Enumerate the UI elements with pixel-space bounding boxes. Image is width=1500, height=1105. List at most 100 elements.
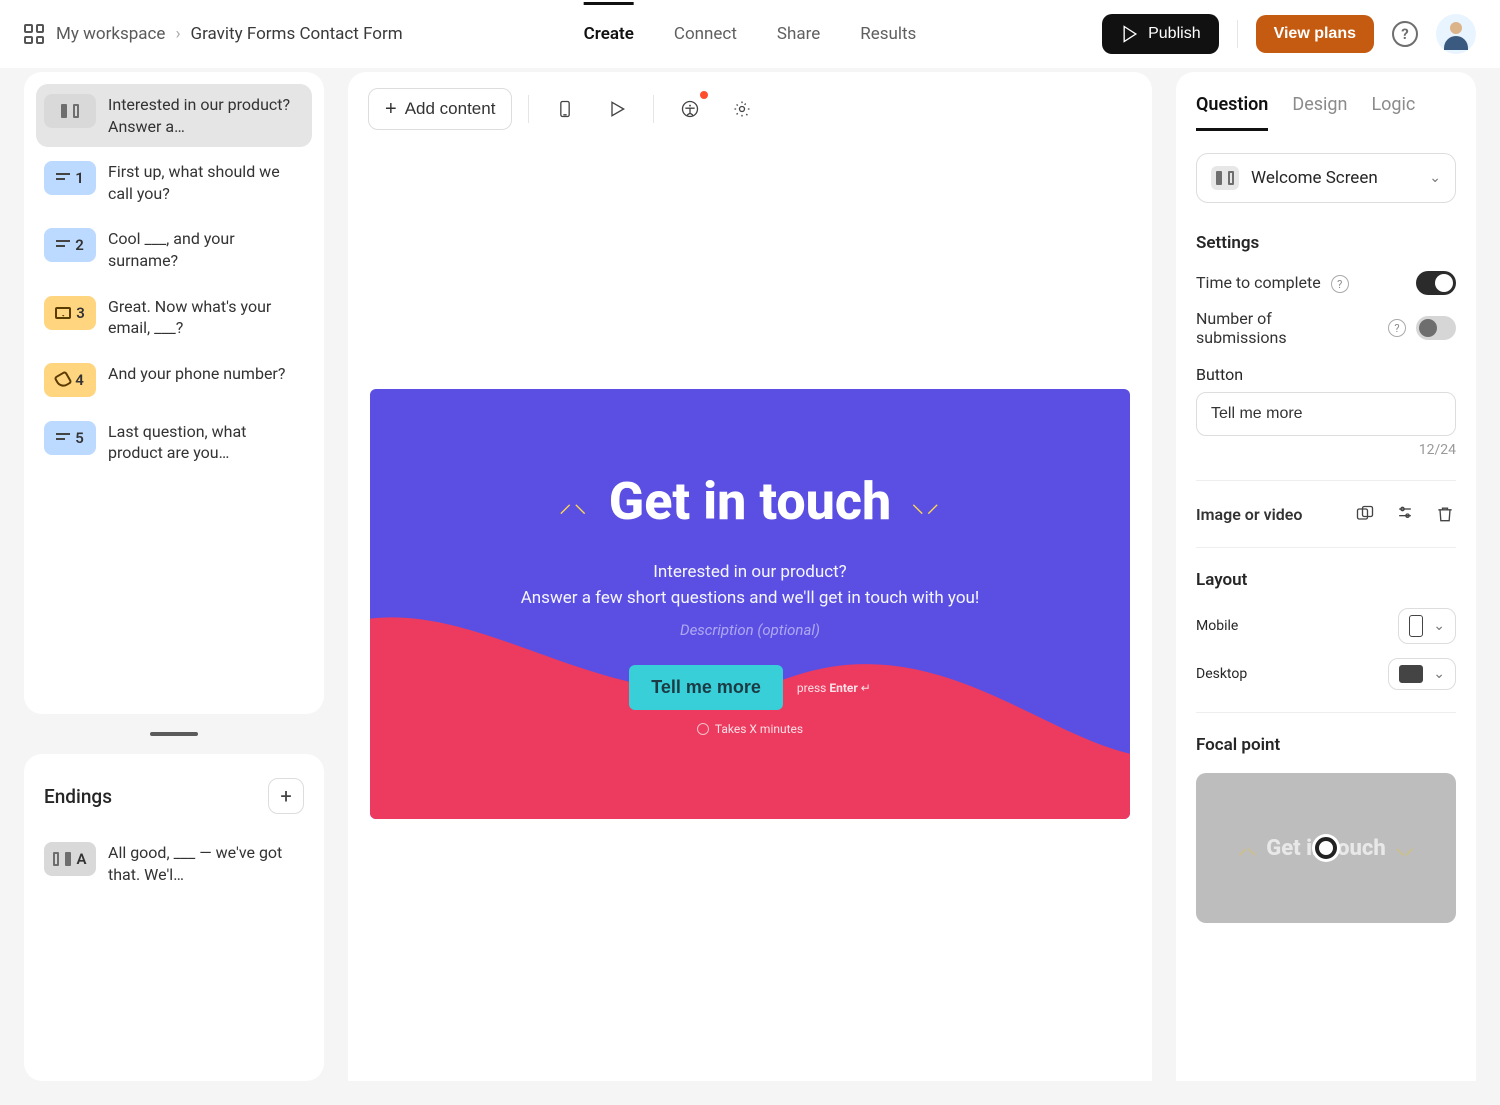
workspace-name[interactable]: My workspace [56, 24, 165, 44]
setting-submissions-label: Number of submissions [1196, 309, 1287, 347]
preview-subtitle[interactable]: Interested in our product? Answer a few … [521, 560, 980, 611]
help-icon[interactable]: ? [1388, 319, 1406, 337]
screen-type-label: Welcome Screen [1251, 168, 1417, 188]
tab-design[interactable]: Design [1292, 94, 1347, 131]
ending-title: All good, ___ — we've got that. We'l… [108, 842, 304, 885]
question-number: 1 [75, 169, 84, 187]
ending-icon [53, 852, 71, 866]
question-item[interactable]: 1First up, what should we call you? [36, 151, 312, 214]
toggle-time-to-complete[interactable] [1416, 271, 1456, 295]
question-number: 2 [75, 236, 84, 254]
mail-icon [55, 307, 71, 319]
replace-media-icon[interactable] [1354, 503, 1376, 525]
view-plans-button[interactable]: View plans [1256, 15, 1374, 53]
preview-description-placeholder[interactable]: Description (optional) [680, 621, 820, 639]
preview-cta-button[interactable]: Tell me more [629, 665, 783, 710]
button-field-label: Button [1196, 365, 1456, 384]
layout-desktop-picker[interactable]: ⌄ [1388, 658, 1456, 690]
question-item[interactable]: 3Great. Now what's your email, ___? [36, 286, 312, 349]
form-title[interactable]: Gravity Forms Contact Form [191, 24, 403, 44]
welcome-icon [61, 104, 79, 118]
question-type-badge: 2 [44, 228, 96, 262]
help-icon[interactable]: ? [1331, 275, 1349, 293]
ending-item[interactable]: A All good, ___ — we've got that. We'l… [36, 832, 312, 895]
chevron-down-icon: ⌄ [1433, 666, 1445, 682]
welcome-screen-preview: ⸝⸜ Get in touch ⸜⸝ Interested in our pro… [370, 389, 1130, 819]
short-text-icon [56, 173, 70, 183]
short-text-icon [56, 240, 70, 250]
breadcrumb: My workspace › Gravity Forms Contact For… [56, 24, 403, 44]
top-right-actions: Publish View plans ? [1102, 14, 1476, 54]
preview-time-estimate: Takes X minutes [697, 722, 803, 736]
tab-question[interactable]: Question [1196, 94, 1268, 131]
short-text-icon [56, 433, 70, 443]
tab-logic[interactable]: Logic [1371, 94, 1415, 131]
ending-letter: A [76, 850, 86, 868]
phone-icon [54, 370, 73, 389]
preview-toolbar: + Add content [348, 72, 1152, 146]
preview-enter-hint: press Enter ↵ [797, 681, 871, 695]
question-item[interactable]: 4 And your phone number? [36, 353, 312, 407]
main-tabs: Create Connect Share Results [584, 4, 917, 64]
layout-heading: Layout [1196, 570, 1456, 590]
resize-handle[interactable] [150, 732, 198, 736]
question-type-badge: 1 [44, 161, 96, 195]
add-content-button[interactable]: + Add content [368, 88, 512, 130]
delete-media-icon[interactable] [1434, 503, 1456, 525]
accessibility-icon[interactable] [670, 89, 710, 129]
add-ending-button[interactable]: + [268, 778, 304, 814]
welcome-icon [1216, 171, 1234, 185]
settings-icon[interactable] [722, 89, 762, 129]
tab-results[interactable]: Results [860, 4, 916, 64]
preview-column: + Add content [348, 72, 1152, 1081]
question-item[interactable]: 5Last question, what product are you… [36, 411, 312, 474]
inspector-tabs: Question Design Logic [1196, 72, 1456, 131]
top-bar: My workspace › Gravity Forms Contact For… [0, 0, 1500, 68]
tab-create[interactable]: Create [584, 4, 634, 64]
ending-type-badge: A [44, 842, 96, 876]
button-char-count: 12/24 [1196, 442, 1456, 458]
divider [1237, 20, 1238, 48]
question-item[interactable]: Interested in our product? Answer a… [36, 84, 312, 147]
image-video-label: Image or video [1196, 505, 1302, 524]
chevron-down-icon: ⌄ [1429, 170, 1441, 186]
preview-title[interactable]: Get in touch [609, 471, 891, 532]
question-number: 4 [75, 371, 84, 389]
endings-card: Endings + AAll good, ___ — we've got tha… [24, 754, 324, 1081]
focal-point-heading: Focal point [1196, 735, 1456, 755]
desktop-layout-icon [1399, 665, 1423, 683]
settings-heading: Settings [1196, 233, 1456, 253]
divider [528, 95, 529, 123]
play-preview-icon[interactable] [597, 89, 637, 129]
confetti-icon: ⸝⸜ [559, 484, 589, 520]
adjust-media-icon[interactable] [1394, 503, 1416, 525]
screen-type-selector[interactable]: Welcome Screen ⌄ [1196, 153, 1456, 203]
question-title: Last question, what product are you… [108, 421, 304, 464]
divider [653, 95, 654, 123]
publish-button[interactable]: Publish [1102, 14, 1218, 54]
help-icon[interactable]: ? [1392, 21, 1418, 47]
setting-time-to-complete-label: Time to complete [1196, 273, 1321, 292]
preview-canvas[interactable]: ⸝⸜ Get in touch ⸜⸝ Interested in our pro… [370, 389, 1130, 819]
chevron-right-icon: › [175, 24, 180, 44]
focal-point-editor[interactable]: ⸝⸜ Get in touch ⸜⸝ [1196, 773, 1456, 923]
button-text-input[interactable] [1196, 392, 1456, 436]
question-list-column: Interested in our product? Answer a… 1Fir… [24, 72, 324, 1081]
clock-icon [697, 723, 709, 735]
focal-point-handle[interactable] [1315, 837, 1337, 859]
mobile-preview-icon[interactable] [545, 89, 585, 129]
layout-mobile-picker[interactable]: ⌄ [1398, 608, 1456, 644]
question-type-badge: 4 [44, 363, 96, 397]
question-title: And your phone number? [108, 363, 285, 385]
inspector-column: Question Design Logic Welcome Screen ⌄ S… [1176, 72, 1476, 1081]
tab-connect[interactable]: Connect [674, 4, 737, 64]
workspace-switcher-icon[interactable] [24, 24, 44, 44]
question-item[interactable]: 2Cool ___, and your surname? [36, 218, 312, 281]
question-title: Interested in our product? Answer a… [108, 94, 304, 137]
user-avatar[interactable] [1436, 14, 1476, 54]
layout-mobile-label: Mobile [1196, 618, 1238, 634]
toggle-number-of-submissions[interactable] [1416, 316, 1456, 340]
question-list-card: Interested in our product? Answer a… 1Fir… [24, 72, 324, 714]
mobile-layout-icon [1409, 615, 1423, 637]
tab-share[interactable]: Share [777, 4, 820, 64]
